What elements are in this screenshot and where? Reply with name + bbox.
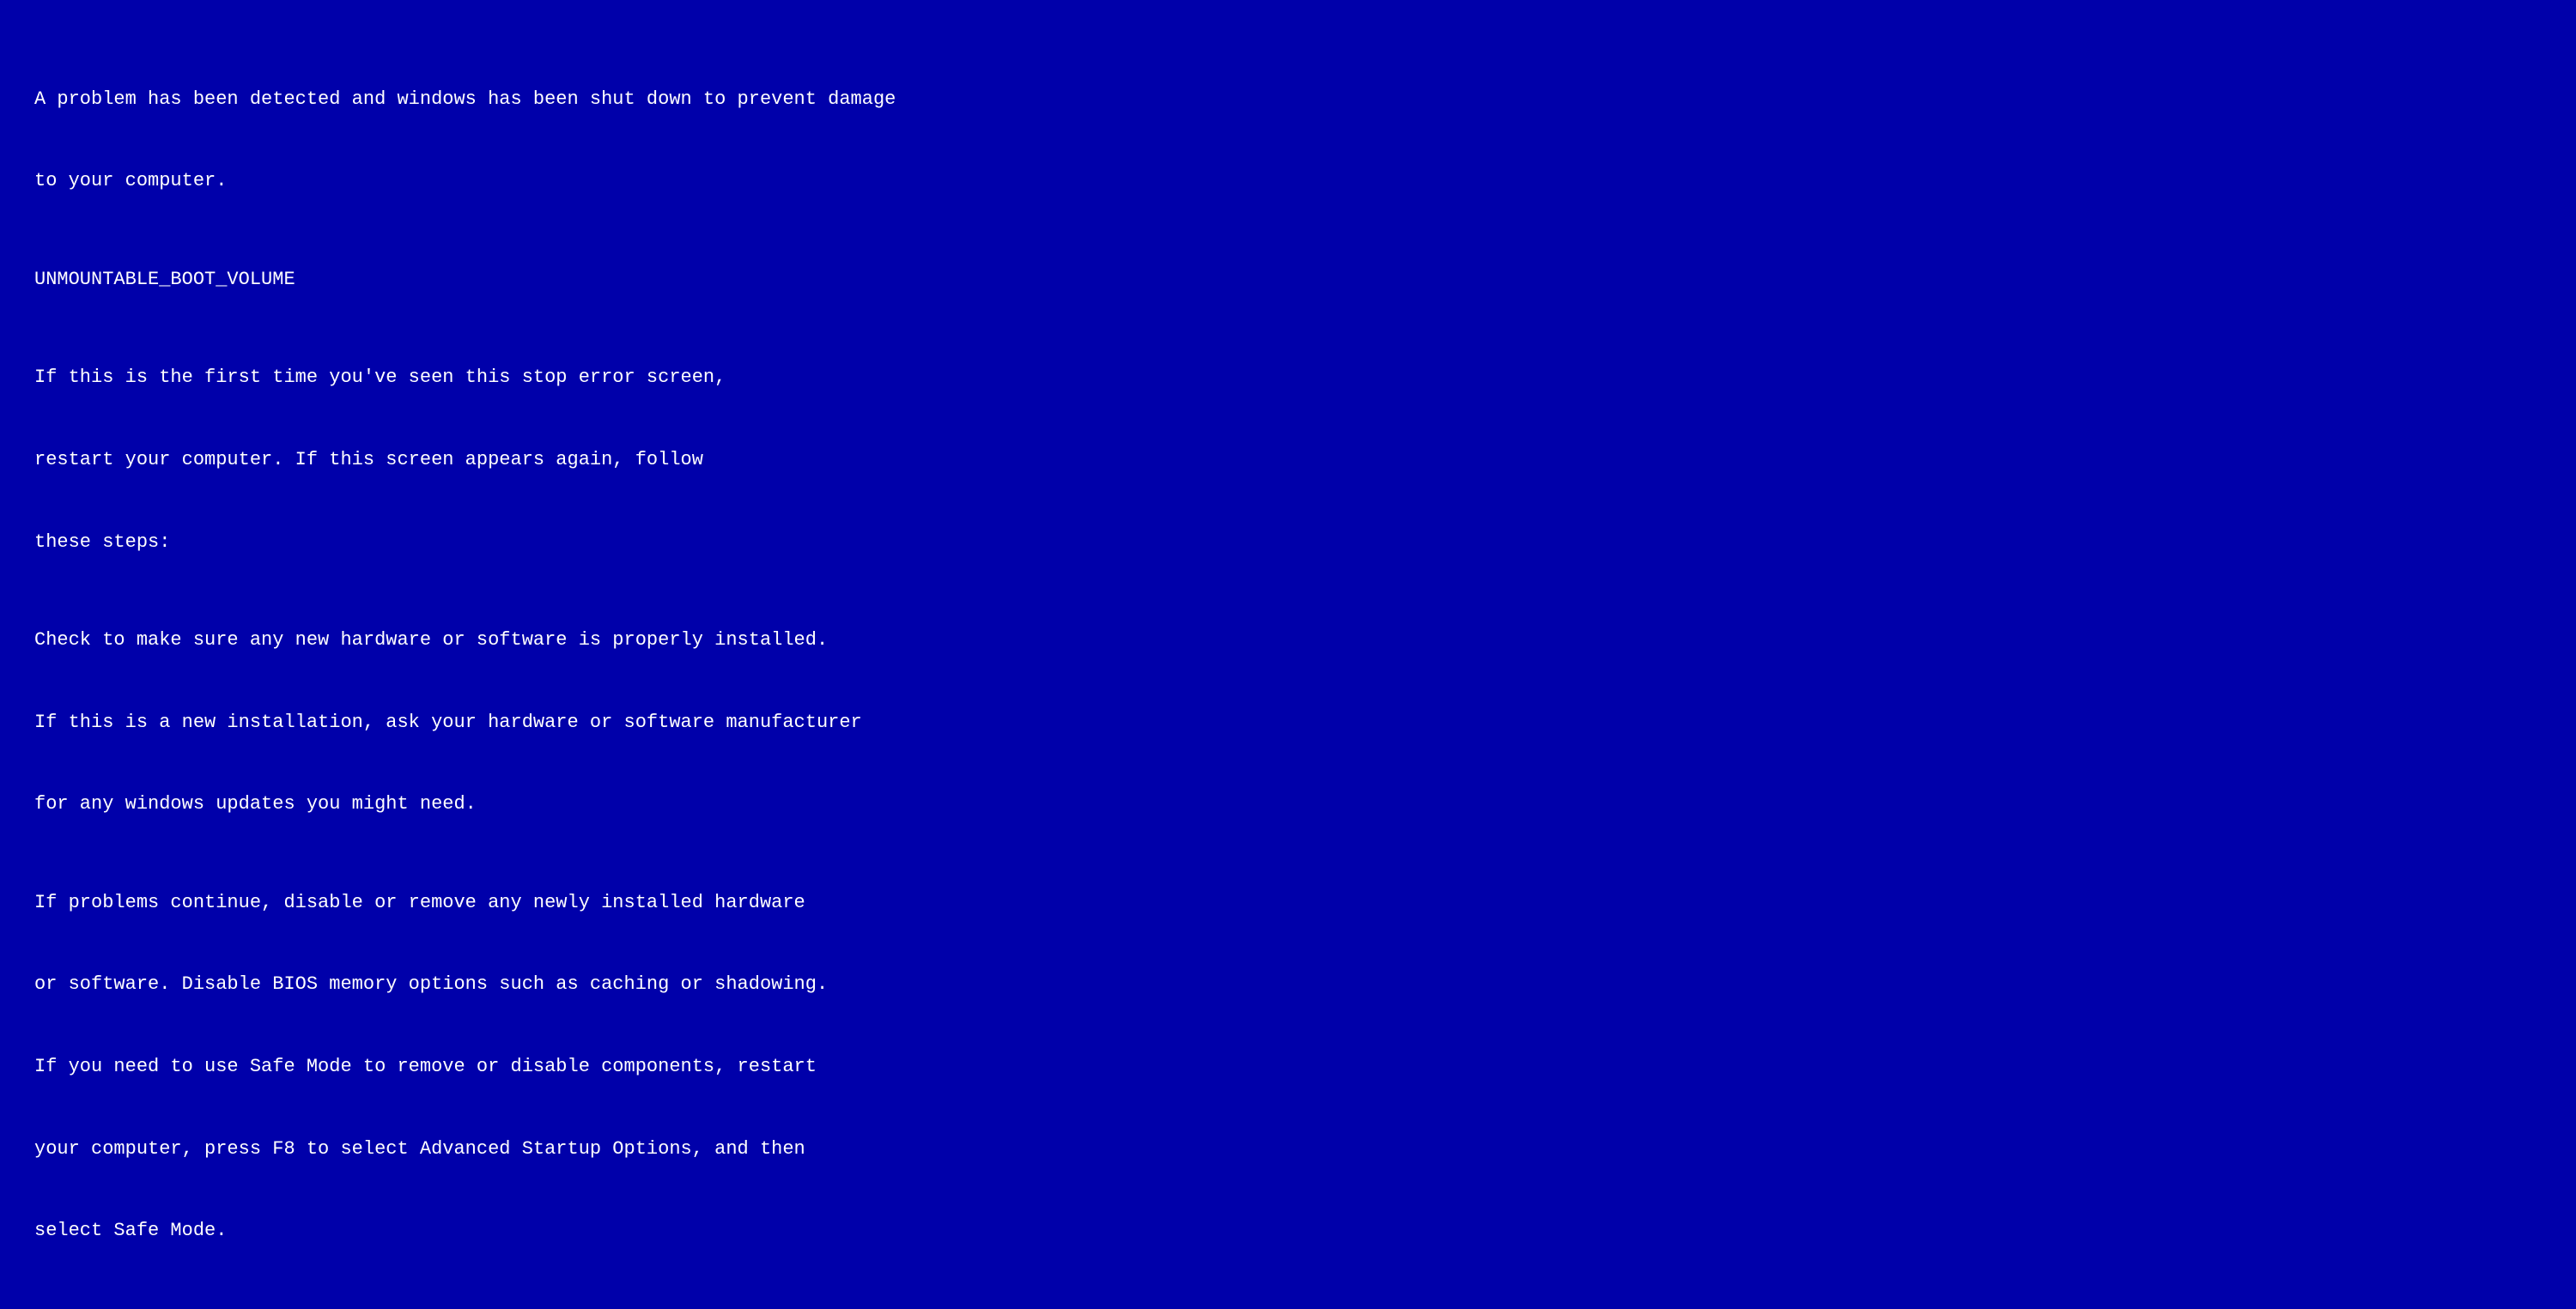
- paragraph3-line3: If you need to use Safe Mode to remove o…: [34, 1053, 952, 1081]
- paragraph2-line2: If this is a new installation, ask your …: [34, 709, 952, 736]
- bsod-screen: A problem has been detected and windows …: [0, 0, 2576, 1309]
- paragraph1-line1: If this is the first time you've seen th…: [34, 364, 952, 391]
- error-code: UNMOUNTABLE_BOOT_VOLUME: [34, 266, 952, 294]
- paragraph3-line2: or software. Disable BIOS memory options…: [34, 971, 952, 998]
- paragraph3-line4: your computer, press F8 to select Advanc…: [34, 1136, 952, 1163]
- bsod-content: A problem has been detected and windows …: [34, 31, 952, 1309]
- paragraph1-line2: restart your computer. If this screen ap…: [34, 446, 952, 474]
- paragraph3-line5: select Safe Mode.: [34, 1217, 952, 1245]
- paragraph2-line3: for any windows updates you might need.: [34, 791, 952, 818]
- line1: A problem has been detected and windows …: [34, 86, 952, 113]
- paragraph1-line3: these steps:: [34, 529, 952, 556]
- line2: to your computer.: [34, 167, 952, 195]
- paragraph2-line1: Check to make sure any new hardware or s…: [34, 627, 952, 654]
- paragraph3-line1: If problems continue, disable or remove …: [34, 889, 952, 917]
